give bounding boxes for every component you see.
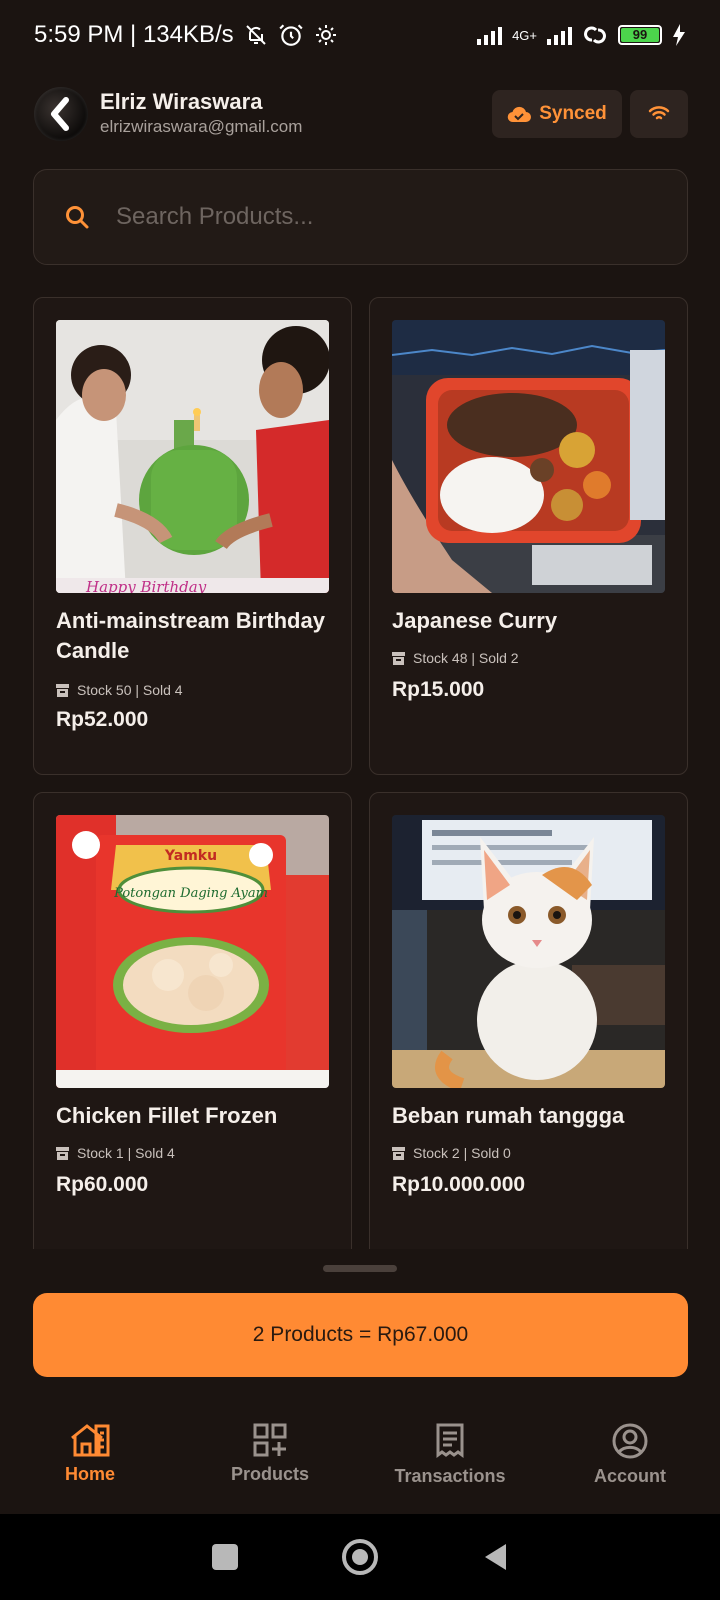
product-title: Japanese Curry [392,608,558,633]
signal-icon-2 [547,25,572,45]
product-title: Beban rumah tanggga [392,1103,625,1128]
product-meta: Stock 2 | Sold 0 [392,1145,511,1161]
nav-account-label: Account [594,1466,666,1486]
box-icon [56,1146,69,1160]
back-chevron-icon [51,97,69,131]
battery-icon: 99 [618,25,662,45]
search-icon [66,206,89,229]
product-image: Happy Birthday [56,320,329,593]
nav-products-label: Products [230,1464,309,1484]
product-title: Anti-mainstream Birthday Candle [56,608,325,663]
cloud-check-icon [507,106,532,123]
svg-text:Potongan Daging Ayam: Potongan Daging Ayam [113,886,268,901]
product-price: Rp60.000 [56,1173,149,1196]
product-stock-sold: Stock 50 | Sold 4 [77,682,183,698]
product-stock-sold: Stock 2 | Sold 0 [413,1145,511,1161]
synced-button[interactable]: Synced [492,90,622,138]
system-nav-bar [0,1514,720,1600]
synced-label: Synced [539,103,607,124]
bottom-nav: Home Products Transactions Account [0,1410,720,1514]
account-icon [612,1423,648,1459]
product-meta: Stock 50 | Sold 4 [56,682,183,698]
wifi-icon [648,106,670,120]
nav-transactions[interactable]: Transactions [360,1410,540,1514]
receipt-icon [436,1423,464,1458]
product-image: Potongan Daging Ayam Yamku [56,815,329,1088]
network-type: 4G+ [512,27,537,43]
battery-level: 99 [621,28,659,42]
gear-icon [315,25,336,45]
product-card[interactable]: Japanese Curry Stock 48 | Sold 2 Rp15.00… [369,297,688,775]
bell-off-icon [245,25,266,45]
avatar[interactable] [34,87,88,141]
nav-transactions-label: Transactions [394,1466,506,1486]
product-meta: Stock 48 | Sold 2 [392,650,519,666]
svg-text:Happy Birthday: Happy Birthday [85,578,207,593]
product-card[interactable]: Potongan Daging Ayam Yamku Chicken Fille… [33,792,352,1249]
charging-icon [673,24,685,46]
qr-add-icon [253,1423,287,1457]
box-icon [392,651,405,665]
product-meta: Stock 1 | Sold 4 [56,1145,175,1161]
product-card[interactable]: Beban rumah tanggga Stock 2 | Sold 0 Rp1… [369,792,688,1249]
product-image [392,815,665,1088]
user-email: elrizwiraswara@gmail.com [100,117,303,136]
home-icon [71,1424,110,1457]
status-bar: 5:59 PM | 134KB/s 4G+ 99 [0,0,720,70]
back-button[interactable] [482,1542,508,1572]
signal-icon [477,25,503,45]
alarm-icon [279,24,303,46]
cart-summary-button[interactable]: 2 Products = Rp67.000 [33,1293,688,1377]
cart-summary-label: 2 Products = Rp67.000 [252,1323,469,1346]
nav-home[interactable]: Home [0,1410,180,1514]
status-time: 5:59 PM | 134KB/s [34,21,234,48]
nav-account[interactable]: Account [540,1410,720,1514]
product-price: Rp10.000.000 [392,1173,526,1196]
product-price: Rp15.000 [392,678,485,701]
recents-button[interactable] [212,1544,238,1570]
nav-home-label: Home [64,1464,115,1484]
product-price: Rp52.000 [56,708,149,731]
user-name: Elriz Wiraswara [100,89,263,114]
product-stock-sold: Stock 1 | Sold 4 [77,1145,175,1161]
box-icon [56,683,69,697]
drag-handle[interactable] [323,1265,397,1272]
product-stock-sold: Stock 48 | Sold 2 [413,650,519,666]
search-input[interactable] [116,203,636,231]
product-grid: Happy Birthday Anti-mainstream Birthday … [33,297,688,1249]
box-icon [392,1146,405,1160]
user-info: Elriz Wiraswara elrizwiraswara@gmail.com [100,89,492,139]
home-button[interactable] [342,1539,378,1575]
search-bar[interactable] [33,169,688,265]
product-card[interactable]: Happy Birthday Anti-mainstream Birthday … [33,297,352,775]
nav-products[interactable]: Products [180,1410,360,1514]
svg-text:Yamku: Yamku [164,848,217,864]
header: Elriz Wiraswara elrizwiraswara@gmail.com… [34,86,688,142]
wifi-button[interactable] [630,90,688,138]
link-icon [584,26,606,44]
status-left: 5:59 PM | 134KB/s [34,21,338,49]
product-image [392,320,665,593]
status-right: 4G+ 99 [477,24,686,46]
product-title: Chicken Fillet Frozen [56,1103,278,1128]
